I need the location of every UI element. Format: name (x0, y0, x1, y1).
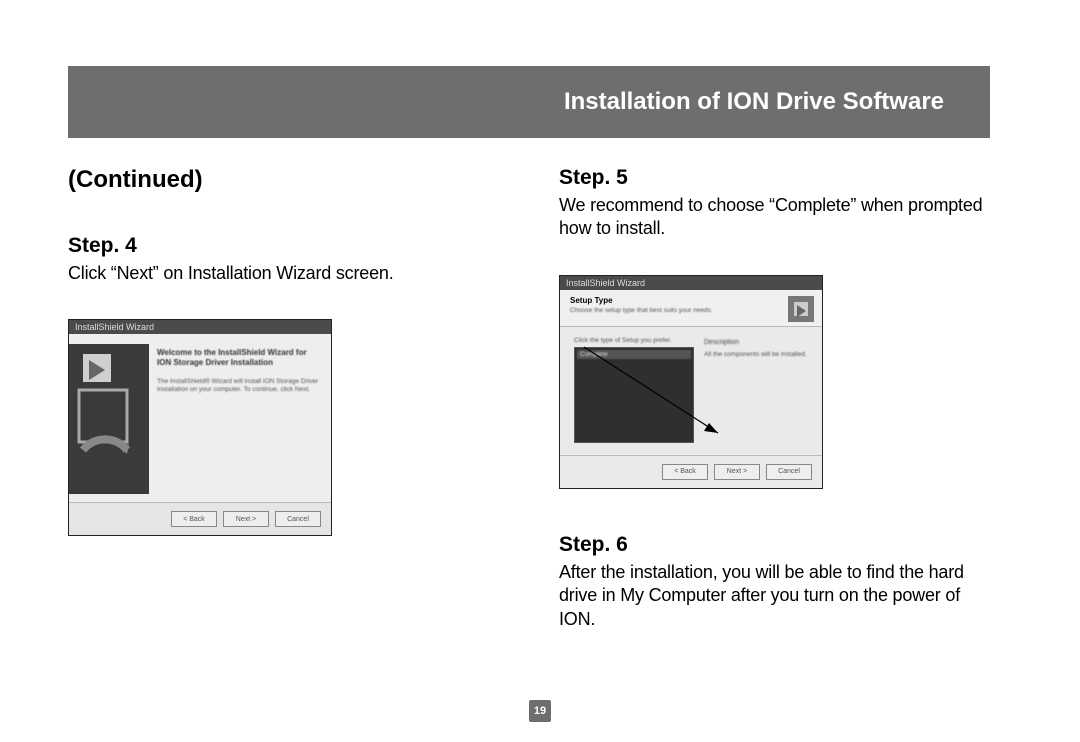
step-4-figure: InstallShield Wizard (68, 319, 499, 536)
step-5-figure: InstallShield Wizard Setup Type Choose t… (559, 275, 990, 489)
back-button[interactable]: < Back (662, 464, 708, 480)
page-number: 19 (529, 700, 551, 722)
wizard5-desc-text: All the components will be installed. (704, 351, 810, 359)
step-4-heading: Step. 4 (68, 234, 499, 258)
next-button[interactable]: Next > (714, 464, 760, 480)
wizard5-list-area: Click the type of Setup you prefer. Comp… (574, 337, 694, 443)
wizard-side-graphic (69, 344, 149, 494)
next-button[interactable]: Next > (223, 511, 269, 527)
wizard-welcome-text: The InstallShield® Wizard will install I… (157, 378, 321, 395)
wizard5-icon (788, 296, 814, 322)
wizard5-description: Description All the components will be i… (704, 337, 810, 443)
step-5-block: Step. 5 We recommend to choose “Complete… (559, 166, 990, 489)
wizard5-desc-title: Description (704, 339, 810, 347)
wizard5-header-text: Setup Type Choose the setup type that be… (570, 296, 713, 314)
wizard5-titlebar: InstallShield Wizard (560, 276, 822, 290)
step-4-block: Step. 4 Click “Next” on Installation Wiz… (68, 234, 499, 536)
wizard5-list-caption: Click the type of Setup you prefer. (574, 337, 694, 344)
wizard5-body: Click the type of Setup you prefer. Comp… (560, 327, 822, 455)
content-columns: (Continued) Step. 4 Click “Next” on Inst… (68, 166, 990, 667)
step-4-body: Click “Next” on Installation Wizard scre… (68, 262, 499, 285)
cancel-button[interactable]: Cancel (766, 464, 812, 480)
step-5-body: We recommend to choose “Complete” when p… (559, 194, 990, 241)
wizard-welcome-title: Welcome to the InstallShield Wizard for … (157, 348, 321, 367)
left-column: (Continued) Step. 4 Click “Next” on Inst… (68, 166, 499, 667)
wizard5-setup-type: Setup Type (570, 296, 713, 305)
right-column: Step. 5 We recommend to choose “Complete… (559, 166, 990, 667)
header-bar: Installation of ION Drive Software (68, 66, 990, 138)
wizard-body: Welcome to the InstallShield Wizard for … (69, 334, 331, 502)
wizard-window-step5: InstallShield Wizard Setup Type Choose t… (559, 275, 823, 489)
wizard-window-step4: InstallShield Wizard (68, 319, 332, 536)
wizard5-listbox[interactable]: Complete (574, 347, 694, 443)
wizard5-list-item-complete[interactable]: Complete (577, 350, 691, 359)
step-6-heading: Step. 6 (559, 533, 990, 557)
continued-label: (Continued) (68, 166, 499, 194)
header-title: Installation of ION Drive Software (564, 88, 944, 116)
step-6-block: Step. 6 After the installation, you will… (559, 533, 990, 631)
wizard5-setup-sub: Choose the setup type that best suits yo… (570, 307, 713, 314)
back-button[interactable]: < Back (171, 511, 217, 527)
wizard5-header: Setup Type Choose the setup type that be… (560, 290, 822, 327)
wizard-titlebar: InstallShield Wizard (69, 320, 331, 334)
wizard-button-row: < Back Next > Cancel (69, 502, 331, 535)
manual-page: Installation of ION Drive Software (Cont… (0, 0, 1080, 742)
wizard-main: Welcome to the InstallShield Wizard for … (157, 344, 321, 494)
wizard5-button-row: < Back Next > Cancel (560, 455, 822, 488)
cancel-button[interactable]: Cancel (275, 511, 321, 527)
step-6-body: After the installation, you will be able… (559, 561, 990, 631)
step-5-heading: Step. 5 (559, 166, 990, 190)
